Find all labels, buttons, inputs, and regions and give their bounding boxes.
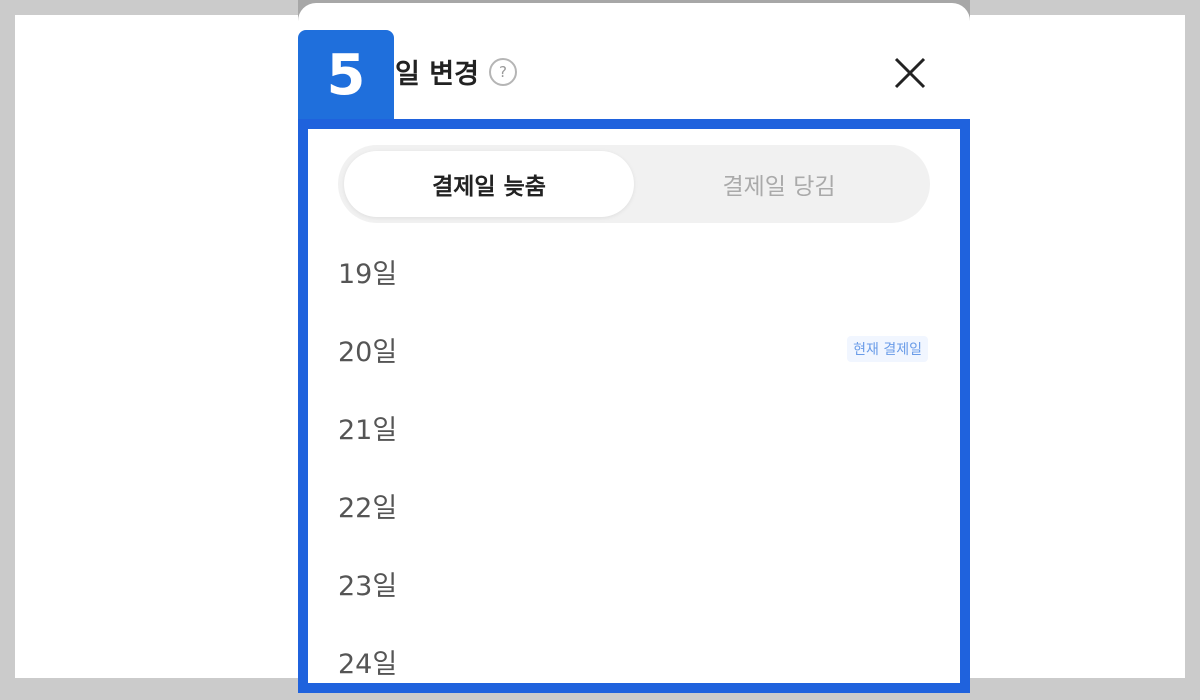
- day-item[interactable]: 24일: [308, 622, 960, 700]
- day-label: 23일: [338, 570, 398, 602]
- day-label: 19일: [338, 258, 398, 290]
- day-label: 24일: [338, 648, 398, 680]
- day-label: 20일: [338, 336, 398, 368]
- help-icon[interactable]: ?: [488, 57, 517, 86]
- step-number-badge: 5: [298, 30, 394, 120]
- day-label: 22일: [338, 492, 398, 524]
- day-item[interactable]: 22일: [308, 466, 960, 544]
- day-item[interactable]: 20일 현재 결제일: [308, 310, 960, 388]
- sheet-title-text: 일 변경: [395, 59, 479, 90]
- day-label: 21일: [338, 414, 398, 446]
- tab-delay-payment-day[interactable]: 결제일 늦춤: [344, 151, 634, 217]
- day-list: 19일 20일 현재 결제일 21일 22일 23일 24일: [308, 232, 960, 700]
- sheet-title: 일 변경 ?: [395, 52, 517, 91]
- current-payment-day-badge: 현재 결제일: [847, 336, 928, 362]
- close-button[interactable]: [890, 53, 930, 93]
- tab-advance-payment-day[interactable]: 결제일 당김: [634, 151, 924, 217]
- day-item[interactable]: 23일: [308, 544, 960, 622]
- day-item[interactable]: 21일: [308, 388, 960, 466]
- day-item[interactable]: 19일: [308, 232, 960, 310]
- close-icon: [894, 57, 926, 89]
- payment-day-toggle: 결제일 늦춤 결제일 당김: [338, 145, 930, 223]
